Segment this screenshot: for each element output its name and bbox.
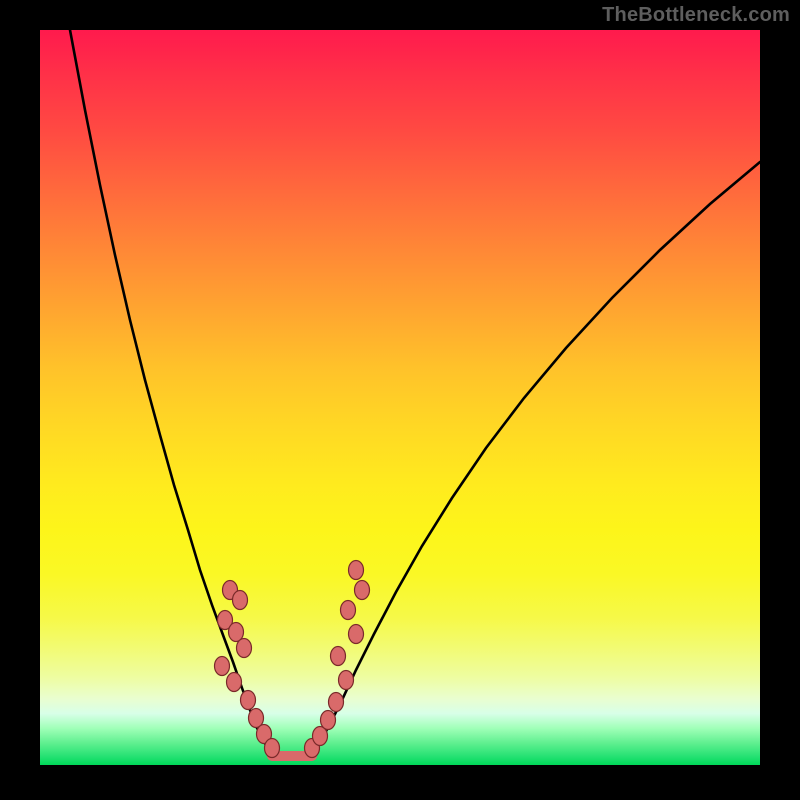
chart-root: TheBottleneck.com — [0, 0, 800, 800]
data-marker — [237, 639, 252, 658]
data-marker — [241, 691, 256, 710]
plot-area — [40, 30, 760, 765]
dots-right-group — [305, 561, 370, 758]
data-marker — [341, 601, 356, 620]
data-marker — [215, 657, 230, 676]
data-marker — [227, 673, 242, 692]
dots-left-group — [215, 581, 280, 758]
curve-layer — [40, 30, 760, 765]
data-marker — [265, 739, 280, 758]
data-marker — [349, 561, 364, 580]
watermark-label: TheBottleneck.com — [602, 4, 790, 27]
data-marker — [331, 647, 346, 666]
data-marker — [355, 581, 370, 600]
data-marker — [233, 591, 248, 610]
data-marker — [339, 671, 354, 690]
data-marker — [329, 693, 344, 712]
right-curve — [312, 162, 760, 754]
data-marker — [349, 625, 364, 644]
data-marker — [321, 711, 336, 730]
